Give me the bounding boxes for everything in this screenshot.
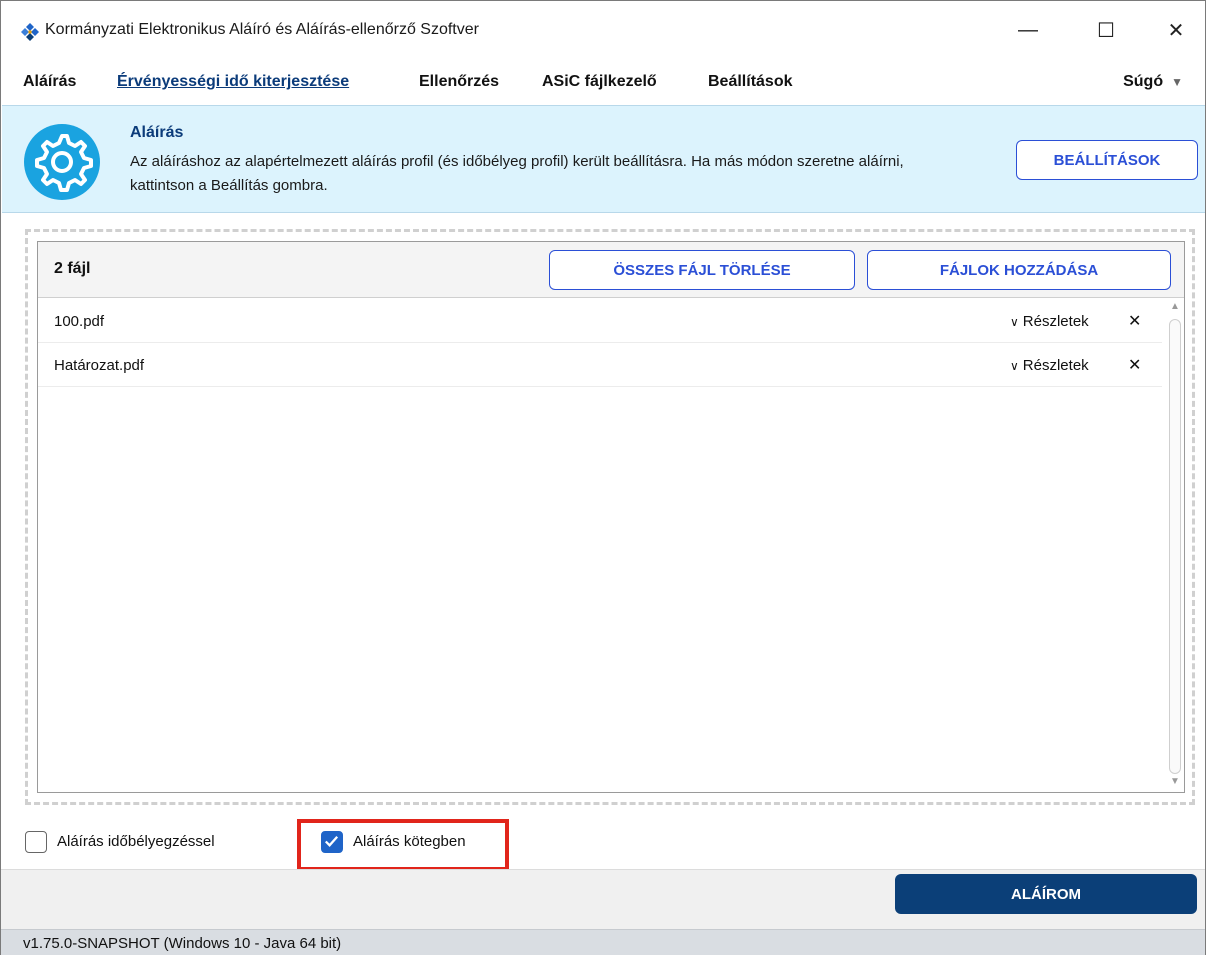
info-banner: Aláírás Az aláíráshoz az alapértelmezett… (2, 105, 1205, 213)
menu-item-beallitasok[interactable]: Beállítások (708, 73, 792, 91)
banner-text: Az aláíráshoz az alapértelmezett aláírás… (130, 153, 904, 194)
action-area: ALÁÍROM (1, 869, 1205, 929)
details-toggle[interactable]: ∨ Részletek (1010, 313, 1089, 330)
file-name: 100.pdf (54, 313, 105, 330)
timestamp-checkbox-label[interactable]: Aláírás időbélyegzéssel (57, 833, 215, 850)
minimize-icon: — (1018, 18, 1038, 41)
version-text: v1.75.0-SNAPSHOT (Windows 10 - Java 64 b… (23, 935, 342, 952)
close-button[interactable]: ✕ (1141, 1, 1206, 59)
maximize-icon: ☐ (1097, 19, 1115, 42)
file-panel-header: 2 fájl ÖSSZES FÁJL TÖRLÉSE FÁJLOK HOZZÁD… (38, 242, 1184, 298)
menu-item-alairas[interactable]: Aláírás (23, 73, 76, 91)
menu-item-ervenyessegi-ido[interactable]: Érvényességi idő kiterjesztése (117, 73, 349, 91)
scroll-down-icon[interactable]: ▼ (1166, 776, 1184, 790)
options-row: Aláírás időbélyegzéssel Aláírás kötegben (1, 813, 1205, 873)
file-list: 100.pdf ∨ Részletek ✕ Határozat.pdf ∨ Rész… (38, 299, 1162, 387)
file-name: Határozat.pdf (54, 357, 145, 374)
remove-file-icon[interactable]: ✕ (1128, 311, 1141, 331)
gear-icon (24, 124, 100, 200)
details-label: Részletek (1022, 313, 1089, 330)
app-window: Kormányzati Elektronikus Aláíró és Aláír… (0, 0, 1206, 955)
list-item: Határozat.pdf ∨ Részletek ✕ (38, 343, 1162, 387)
window-title: Kormányzati Elektronikus Aláíró és Aláír… (45, 21, 479, 38)
menu-item-ellenorzes[interactable]: Ellenőrzés (419, 73, 499, 91)
title-bar: Kormányzati Elektronikus Aláíró és Aláír… (1, 1, 1205, 59)
menu-item-asic[interactable]: ASiC fájlkezelő (542, 73, 657, 91)
menu-item-help[interactable]: Súgó ▼ (1123, 73, 1183, 91)
sign-button[interactable]: ALÁÍROM (895, 874, 1197, 914)
add-files-button[interactable]: FÁJLOK HOZZÁDÁSA (867, 250, 1171, 290)
remove-file-icon[interactable]: ✕ (1128, 355, 1141, 375)
list-item: 100.pdf ∨ Részletek ✕ (38, 299, 1162, 343)
status-bar: v1.75.0-SNAPSHOT (Windows 10 - Java 64 b… (1, 929, 1205, 955)
app-logo-icon (21, 23, 39, 41)
settings-button[interactable]: BEÁLLÍTÁSOK (1016, 140, 1198, 180)
chevron-down-icon: ∨ (1010, 359, 1019, 373)
close-icon: ✕ (1167, 19, 1185, 42)
timestamp-checkbox[interactable] (25, 831, 47, 853)
highlight-annotation (297, 819, 509, 871)
file-panel: 2 fájl ÖSSZES FÁJL TÖRLÉSE FÁJLOK HOZZÁD… (37, 241, 1185, 793)
scroll-up-icon[interactable]: ▲ (1166, 301, 1184, 315)
menu-bar: Aláírás Érvényességi idő kiterjesztése E… (1, 63, 1205, 103)
help-label: Súgó (1123, 73, 1164, 90)
chevron-down-icon: ∨ (1010, 315, 1019, 329)
minimize-button[interactable]: — (993, 1, 1063, 59)
maximize-button[interactable]: ☐ (1071, 1, 1141, 59)
chevron-down-icon: ▼ (1171, 75, 1183, 89)
details-toggle[interactable]: ∨ Részletek (1010, 357, 1089, 374)
scroll-track[interactable] (1169, 319, 1181, 774)
file-count: 2 fájl (54, 260, 91, 277)
banner-title: Aláírás (130, 124, 184, 141)
vertical-scrollbar[interactable]: ▲ ▼ (1166, 299, 1184, 792)
clear-all-files-button[interactable]: ÖSSZES FÁJL TÖRLÉSE (549, 250, 855, 290)
details-label: Részletek (1022, 357, 1089, 374)
